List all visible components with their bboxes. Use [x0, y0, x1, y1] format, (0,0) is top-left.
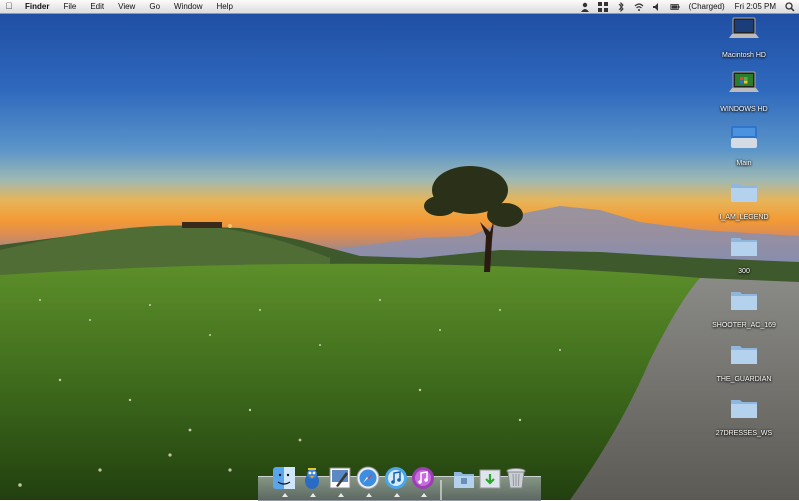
menu-finder[interactable]: Finder — [18, 0, 56, 13]
grid-icon[interactable] — [597, 1, 608, 12]
clock[interactable]: Fri 2:05 PM — [730, 0, 781, 13]
running-indicator — [310, 493, 316, 497]
downloads-stack-icon — [479, 469, 501, 489]
dock-adium[interactable] — [300, 466, 324, 497]
menu-edit[interactable]: Edit — [83, 0, 111, 13]
disk-icon — [731, 126, 757, 148]
desktop-item-i-am-legend[interactable]: I_AM_LEGEND — [689, 178, 799, 221]
running-indicator — [282, 493, 288, 497]
desktop-item-label: Main — [736, 160, 752, 167]
folder-icon — [731, 238, 757, 256]
folder-icon — [731, 346, 757, 364]
desktop-item-label: SHOOTER_AC_169 — [712, 322, 776, 329]
dock-itunes[interactable] — [384, 466, 408, 497]
desktop-item-label: 300 — [738, 268, 750, 275]
desktop-wallpaper — [0, 0, 799, 500]
menu-file[interactable]: File — [56, 0, 83, 13]
menu-view[interactable]: View — [111, 0, 142, 13]
dock-finder[interactable] — [272, 466, 296, 497]
bluetooth-icon[interactable] — [616, 1, 626, 12]
itunes-icon — [385, 467, 407, 489]
desktop-item-main[interactable]: Main — [689, 124, 799, 167]
applications-stack-icon — [454, 472, 474, 488]
desktop-item-300[interactable]: 300 — [689, 232, 799, 275]
apple-icon[interactable]:  — [0, 0, 18, 13]
battery-status[interactable]: (Charged) — [684, 0, 730, 13]
dock-itunes-alt[interactable] — [411, 466, 435, 497]
preview-icon — [329, 467, 351, 489]
desktop-item-label: WINDOWS HD — [720, 106, 768, 113]
desktop-item-label: THE_GUARDIAN — [716, 376, 772, 383]
desktop-item-shooter[interactable]: SHOOTER_AC_169 — [689, 286, 799, 329]
itunes-alt-icon — [412, 467, 434, 489]
desktop-item-the-guardian[interactable]: THE_GUARDIAN — [689, 340, 799, 383]
running-indicator — [421, 493, 427, 497]
desktop-item-27dresses[interactable]: 27DRESSES_WS — [689, 394, 799, 437]
dock-safari[interactable] — [356, 466, 380, 497]
adium-icon — [305, 468, 319, 489]
menu-go[interactable]: Go — [142, 0, 167, 13]
dock-preview[interactable] — [328, 466, 352, 497]
dock-downloads-stack[interactable] — [478, 466, 502, 492]
menu-bar:  Finder File Edit View Go Window Help (… — [0, 0, 799, 14]
running-indicator — [338, 493, 344, 497]
folder-icon — [731, 292, 757, 310]
trash-icon — [506, 468, 526, 489]
dock-separator — [440, 480, 442, 500]
search-icon[interactable] — [785, 1, 795, 12]
volume-icon[interactable] — [652, 2, 662, 12]
desktop-item-macintosh-hd[interactable]: Macintosh HD — [689, 16, 799, 59]
running-indicator — [394, 493, 400, 497]
desktop-item-windows-hd[interactable]: WINDOWS HD — [689, 70, 799, 113]
folder-icon — [731, 184, 757, 202]
running-indicator — [366, 493, 372, 497]
finder-icon — [273, 467, 295, 489]
dock-applications-stack[interactable] — [452, 466, 476, 492]
laptop-drive-icon — [729, 17, 759, 38]
user-icon[interactable] — [580, 2, 590, 12]
desktop-item-label: Macintosh HD — [722, 52, 766, 59]
battery-icon[interactable] — [670, 2, 680, 12]
dock — [258, 466, 541, 501]
laptop-drive-icon — [729, 71, 759, 92]
menu-window[interactable]: Window — [167, 0, 209, 13]
desktop-item-label: I_AM_LEGEND — [719, 214, 769, 221]
menu-help[interactable]: Help — [209, 0, 239, 13]
safari-icon — [356, 466, 380, 490]
dock-trash[interactable] — [504, 466, 528, 492]
wifi-icon[interactable] — [634, 2, 644, 12]
desktop-item-label: 27DRESSES_WS — [715, 430, 773, 437]
folder-icon — [731, 400, 757, 418]
